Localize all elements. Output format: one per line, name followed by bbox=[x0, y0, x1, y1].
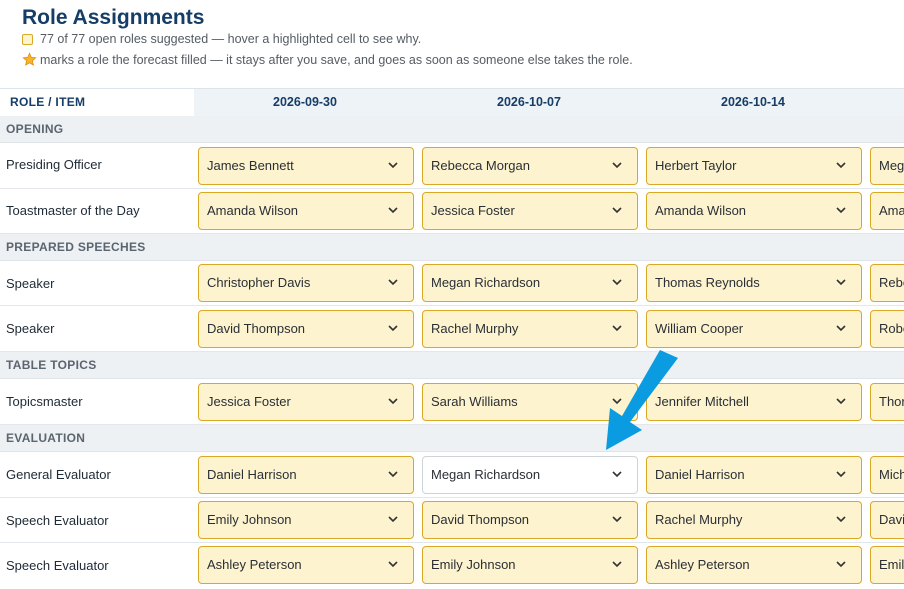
role-label: Speech Evaluator bbox=[6, 513, 109, 528]
chevron-down-icon bbox=[612, 471, 622, 478]
chevron-down-icon bbox=[388, 325, 398, 332]
chevron-down-icon bbox=[836, 516, 846, 523]
table-header: ROLE / ITEM 2026-09-30 2026-10-07 2026-1… bbox=[0, 88, 904, 116]
section-header: TABLE TOPICS bbox=[0, 352, 904, 379]
chevron-down-icon bbox=[612, 279, 622, 286]
assignment-select[interactable]: Ama bbox=[870, 192, 904, 230]
assignment-select[interactable]: Christopher Davis bbox=[198, 264, 414, 302]
chevron-down-icon bbox=[836, 325, 846, 332]
date-column-header[interactable]: 2026-10-07 bbox=[421, 89, 637, 116]
chevron-down-icon bbox=[388, 279, 398, 286]
table-row: General Evaluator Daniel Harrison Megan … bbox=[0, 452, 904, 498]
table-row: Speaker Christopher Davis Megan Richards… bbox=[0, 261, 904, 306]
table-row: Speaker David Thompson Rachel Murphy Wil… bbox=[0, 306, 904, 352]
role-label: General Evaluator bbox=[6, 467, 111, 482]
assignment-select[interactable]: Megan Richardson bbox=[422, 264, 638, 302]
arrow-annotation-icon bbox=[606, 350, 678, 450]
assignment-select[interactable]: Rachel Murphy bbox=[646, 501, 862, 539]
date-column-header[interactable]: 2026-10-14 bbox=[645, 89, 861, 116]
role-label: Presiding Officer bbox=[6, 157, 102, 172]
chevron-down-icon bbox=[612, 162, 622, 169]
assignment-select[interactable]: Jessica Foster bbox=[198, 383, 414, 421]
role-label: Speaker bbox=[6, 321, 55, 336]
chevron-down-icon bbox=[612, 207, 622, 214]
table-row: Presiding Officer James Bennett Rebecca … bbox=[0, 143, 904, 189]
chevron-down-icon bbox=[836, 561, 846, 568]
chevron-down-icon bbox=[836, 207, 846, 214]
assignment-select[interactable]: Ashley Peterson bbox=[646, 546, 862, 584]
role-label: Speech Evaluator bbox=[6, 558, 109, 573]
chevron-down-icon bbox=[388, 471, 398, 478]
chevron-down-icon bbox=[836, 162, 846, 169]
role-label: Topicsmaster bbox=[6, 394, 83, 409]
role-label: Speaker bbox=[6, 276, 55, 291]
assignment-select[interactable]: Mich bbox=[870, 456, 904, 494]
section-header: OPENING bbox=[0, 116, 904, 143]
suggested-square-icon bbox=[22, 33, 33, 45]
page-title: Role Assignments bbox=[22, 6, 205, 29]
assignment-select[interactable]: David Thompson bbox=[198, 310, 414, 348]
table-row: Toastmaster of the Day Amanda Wilson Jes… bbox=[0, 189, 904, 234]
date-column-header[interactable]: 2026-09-30 bbox=[197, 89, 413, 116]
table-row: Topicsmaster Jessica Foster Sarah Willia… bbox=[0, 379, 904, 425]
assignment-select[interactable]: Emily Johnson bbox=[422, 546, 638, 584]
assignment-select[interactable]: Rebe bbox=[870, 264, 904, 302]
assignment-select[interactable]: Jessica Foster bbox=[422, 192, 638, 230]
summary-text: 77 of 77 open roles suggested — hover a … bbox=[40, 32, 422, 46]
assignment-select[interactable]: Davi bbox=[870, 501, 904, 539]
assignment-select[interactable]: Daniel Harrison bbox=[198, 456, 414, 494]
table-row: Speech Evaluator Ashley Peterson Emily J… bbox=[0, 543, 904, 589]
assignment-select[interactable]: Megan Richardson bbox=[422, 456, 638, 494]
section-header: EVALUATION bbox=[0, 425, 904, 452]
chevron-down-icon bbox=[388, 398, 398, 405]
assignment-select[interactable]: Rachel Murphy bbox=[422, 310, 638, 348]
assignment-select[interactable]: Herbert Taylor bbox=[646, 147, 862, 185]
chevron-down-icon bbox=[612, 325, 622, 332]
chevron-down-icon bbox=[836, 398, 846, 405]
star-icon bbox=[22, 52, 37, 66]
assignment-select[interactable]: Amanda Wilson bbox=[646, 192, 862, 230]
assignment-select[interactable]: Meg bbox=[870, 147, 904, 185]
chevron-down-icon bbox=[388, 516, 398, 523]
chevron-down-icon bbox=[612, 561, 622, 568]
chevron-down-icon bbox=[388, 561, 398, 568]
table-row: Speech Evaluator Emily Johnson David Tho… bbox=[0, 498, 904, 543]
assignment-select[interactable]: Emily Johnson bbox=[198, 501, 414, 539]
chevron-down-icon bbox=[388, 162, 398, 169]
role-column-header: ROLE / ITEM bbox=[0, 89, 194, 116]
assignment-select[interactable]: Robe bbox=[870, 310, 904, 348]
assignment-select[interactable]: Emil bbox=[870, 546, 904, 584]
assignment-select[interactable]: Thor bbox=[870, 383, 904, 421]
assignment-select[interactable]: David Thompson bbox=[422, 501, 638, 539]
summary-note: 77 of 77 open roles suggested — hover a … bbox=[22, 32, 421, 46]
chevron-down-icon bbox=[612, 516, 622, 523]
section-header: PREPARED SPEECHES bbox=[0, 234, 904, 261]
role-label: Toastmaster of the Day bbox=[6, 203, 140, 218]
chevron-down-icon bbox=[388, 207, 398, 214]
legend-note: marks a role the forecast filled — it st… bbox=[22, 52, 633, 67]
chevron-down-icon bbox=[836, 279, 846, 286]
assignment-select[interactable]: Ashley Peterson bbox=[198, 546, 414, 584]
assignment-select[interactable]: William Cooper bbox=[646, 310, 862, 348]
assignment-select[interactable]: Rebecca Morgan bbox=[422, 147, 638, 185]
assignment-select[interactable]: Daniel Harrison bbox=[646, 456, 862, 494]
legend-text: marks a role the forecast filled — it st… bbox=[40, 52, 633, 67]
assignment-select[interactable]: James Bennett bbox=[198, 147, 414, 185]
assignment-select[interactable]: Amanda Wilson bbox=[198, 192, 414, 230]
chevron-down-icon bbox=[836, 471, 846, 478]
assignment-select[interactable]: Thomas Reynolds bbox=[646, 264, 862, 302]
